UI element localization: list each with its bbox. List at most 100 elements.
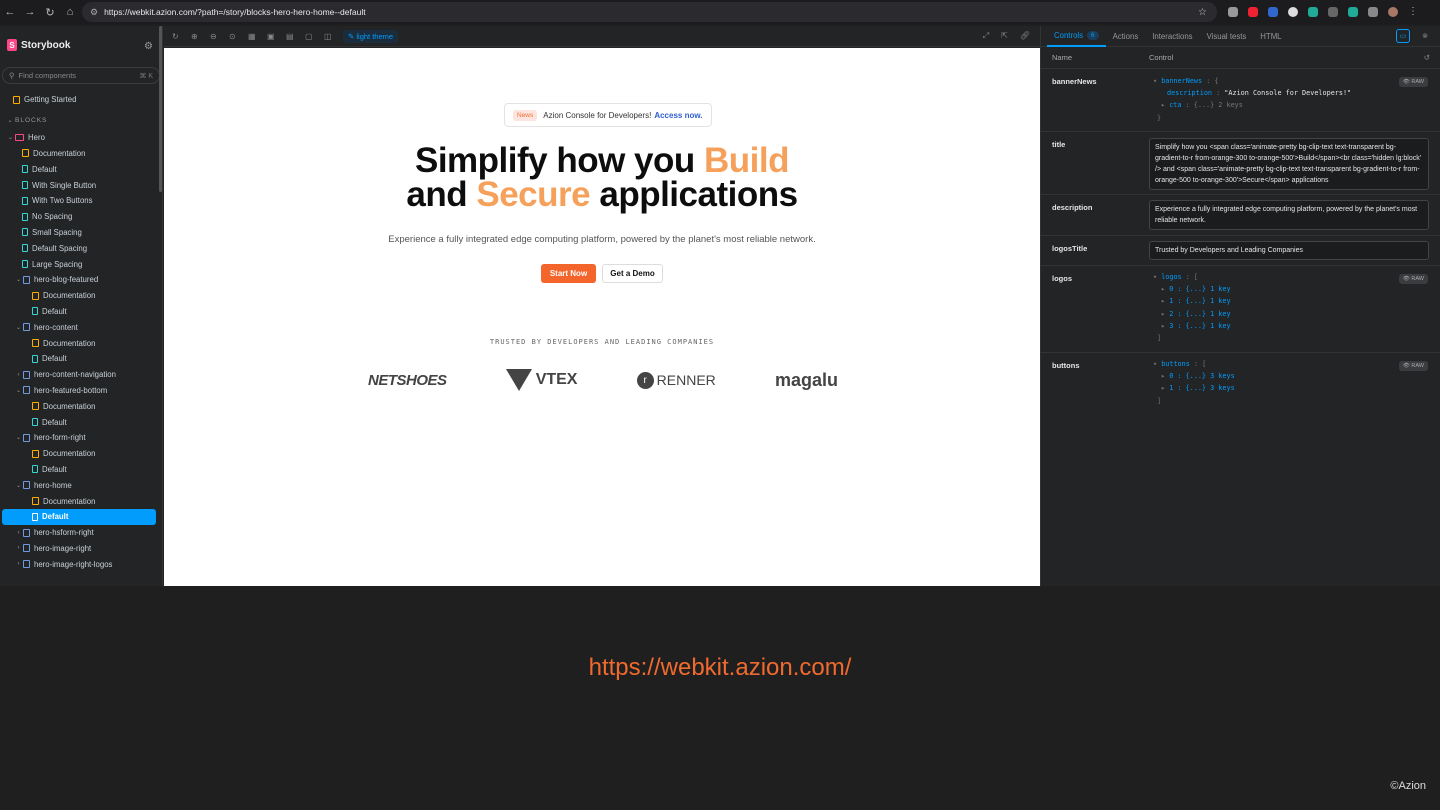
sidebar-item-label: Default xyxy=(42,512,69,522)
object-control[interactable]: ▾ buttons : [ ▸ 0 : {...} 3 keys ▸ 1 : {… xyxy=(1153,358,1235,407)
background-icon[interactable]: ▣ xyxy=(267,32,277,41)
sidebar-item[interactable]: Documentation xyxy=(0,446,162,462)
extension-icon[interactable] xyxy=(1268,7,1278,17)
sidebar-item[interactable]: ⌄ hero-form-right xyxy=(0,430,162,446)
sidebar-item[interactable]: Documentation xyxy=(0,398,162,414)
theme-toggle-button[interactable]: ✎ light theme xyxy=(343,29,399,43)
back-icon[interactable]: ← xyxy=(0,0,20,24)
search-input[interactable]: ⚲ Find components ⌘ K xyxy=(2,67,160,84)
sidebar-item-label: Default xyxy=(42,306,67,316)
sidebar-item[interactable]: Default xyxy=(2,508,156,525)
chevron-down-icon: ⌄ xyxy=(15,387,22,394)
title-textarea[interactable]: Simplify how you <span class='animate-pr… xyxy=(1149,138,1429,190)
extension-icon[interactable] xyxy=(1248,7,1258,17)
tab-interactions[interactable]: Interactions xyxy=(1145,26,1199,47)
bookmark-star-icon[interactable]: ☆ xyxy=(1198,7,1207,18)
sidebar-item[interactable]: No Spacing xyxy=(0,209,162,225)
puzzle-icon[interactable] xyxy=(1368,7,1378,17)
sidebar-item[interactable]: ⌄ hero-featured-bottom xyxy=(0,383,162,399)
control-name: logosTitle xyxy=(1052,244,1088,253)
reset-controls-icon[interactable]: ↺ xyxy=(1424,53,1430,62)
sidebar-item[interactable]: Default Spacing xyxy=(0,240,162,256)
sidebar-item[interactable]: › hero-content-navigation xyxy=(0,367,162,383)
measure-icon[interactable]: ◫ xyxy=(324,32,334,41)
fullscreen-icon[interactable]: ⤢ xyxy=(983,31,989,41)
extension-icon[interactable] xyxy=(1228,7,1238,17)
logos-title-textarea[interactable]: Trusted by Developers and Leading Compan… xyxy=(1149,241,1429,260)
sidebar-item[interactable]: ⌄ Hero xyxy=(0,130,162,146)
menu-icon[interactable]: ⋮ xyxy=(1408,7,1418,17)
sidebar-item[interactable]: Documentation xyxy=(0,288,162,304)
document-icon xyxy=(32,497,39,506)
chevron-right-icon: › xyxy=(17,561,20,568)
extension-icon[interactable] xyxy=(1308,7,1318,17)
sidebar-item-label: hero-hsform-right xyxy=(34,528,94,538)
copy-link-icon[interactable]: 🔗︎ xyxy=(1020,31,1030,41)
sidebar-item-label: Default xyxy=(42,464,67,474)
sidebar-brand[interactable]: S Storybook xyxy=(0,26,162,64)
object-control[interactable]: ▾ bannerNews : { description : "Azion Co… xyxy=(1153,75,1351,124)
sidebar-item[interactable]: With Two Buttons xyxy=(0,193,162,209)
sidebar-item[interactable]: › hero-image-right-logos xyxy=(0,556,162,572)
banner-news[interactable]: News Azion Console for Developers! Acces… xyxy=(504,103,712,127)
sidebar-item[interactable]: Default xyxy=(0,462,162,478)
sidebar-section-blocks[interactable]: ⌄ BLOCKS xyxy=(0,112,162,130)
site-info-icon[interactable]: ⚙ xyxy=(90,7,98,18)
tab-html[interactable]: HTML xyxy=(1253,26,1288,47)
viewport-icon[interactable]: ▤ xyxy=(286,32,296,41)
description-textarea[interactable]: Experience a fully integrated edge compu… xyxy=(1149,200,1429,230)
vtex-mark-icon xyxy=(505,369,532,391)
sidebar-item-label: Documentation xyxy=(43,449,96,459)
sidebar-item[interactable]: ⌄ hero-blog-featured xyxy=(0,272,162,288)
close-panel-icon[interactable]: ⊗ xyxy=(1418,29,1432,43)
object-control[interactable]: ▾ logos : [ ▸ 0 : {...} 1 key ▸ 1 : {...… xyxy=(1153,271,1231,344)
bookmark-icon xyxy=(32,307,38,316)
extension-icon[interactable] xyxy=(1348,7,1358,17)
zoom-reset-icon[interactable]: ⊙ xyxy=(229,32,239,41)
sidebar-item[interactable]: › hero-hsform-right xyxy=(0,525,162,541)
sidebar-item[interactable]: Default xyxy=(0,161,162,177)
sidebar-item[interactable]: Default xyxy=(0,351,162,367)
reload-story-icon[interactable]: ↻ xyxy=(172,32,182,41)
grid-icon[interactable]: ▦ xyxy=(248,32,258,41)
extension-icon[interactable] xyxy=(1328,7,1338,17)
news-cta-link[interactable]: Access now. xyxy=(654,111,702,120)
extension-icons: ⋮ xyxy=(1228,0,1418,24)
address-bar[interactable]: ⚙ https://webkit.azion.com/?path=/story/… xyxy=(82,2,1217,22)
sidebar-item[interactable]: ⌄ hero-home xyxy=(0,477,162,493)
zoom-out-icon[interactable]: ⊖ xyxy=(210,32,220,41)
sidebar-item-label: Hero xyxy=(28,133,45,143)
home-icon[interactable]: ⌂ xyxy=(60,0,80,24)
tab-controls[interactable]: Controls 6 xyxy=(1047,26,1106,47)
sidebar-item[interactable]: With Single Button xyxy=(0,177,162,193)
sidebar-item[interactable]: Default xyxy=(0,414,162,430)
sidebar-item[interactable]: ⌄ hero-content xyxy=(0,319,162,335)
start-now-button[interactable]: Start Now xyxy=(541,264,596,283)
sidebar-scrollbar[interactable] xyxy=(159,26,162,192)
panel-orientation-icon[interactable]: ▭ xyxy=(1396,29,1410,43)
avatar[interactable] xyxy=(1388,7,1398,17)
control-row-description: description Experience a fully integrate… xyxy=(1041,195,1440,236)
sidebar-item-getting-started[interactable]: Getting Started xyxy=(0,92,162,108)
settings-icon[interactable]: ⚙ xyxy=(144,41,153,52)
sidebar-item[interactable]: Small Spacing xyxy=(0,225,162,241)
storybook-logo-icon: S xyxy=(7,39,17,51)
tab-actions[interactable]: Actions xyxy=(1106,26,1146,47)
outline-icon[interactable]: ▢ xyxy=(305,32,315,41)
sidebar-item[interactable]: Documentation xyxy=(0,335,162,351)
sidebar-item[interactable]: Large Spacing xyxy=(0,256,162,272)
sidebar-item[interactable]: Default xyxy=(0,304,162,320)
reload-icon[interactable]: ↻ xyxy=(40,0,60,24)
open-new-tab-icon[interactable]: ⇱ xyxy=(1001,31,1008,41)
raw-toggle-button[interactable]: 👁︎ RAW xyxy=(1398,77,1428,87)
sidebar-item[interactable]: Documentation xyxy=(0,493,162,509)
sidebar-item[interactable]: Documentation xyxy=(0,146,162,162)
get-demo-button[interactable]: Get a Demo xyxy=(602,264,663,283)
tab-visual-tests[interactable]: Visual tests xyxy=(1200,26,1254,47)
raw-toggle-button[interactable]: 👁︎ RAW xyxy=(1398,274,1428,284)
sidebar-item[interactable]: › hero-image-right xyxy=(0,541,162,557)
extension-icon[interactable] xyxy=(1288,7,1298,17)
forward-icon[interactable]: → xyxy=(20,0,40,24)
zoom-in-icon[interactable]: ⊕ xyxy=(191,32,201,41)
raw-toggle-button[interactable]: 👁︎ RAW xyxy=(1398,361,1428,371)
